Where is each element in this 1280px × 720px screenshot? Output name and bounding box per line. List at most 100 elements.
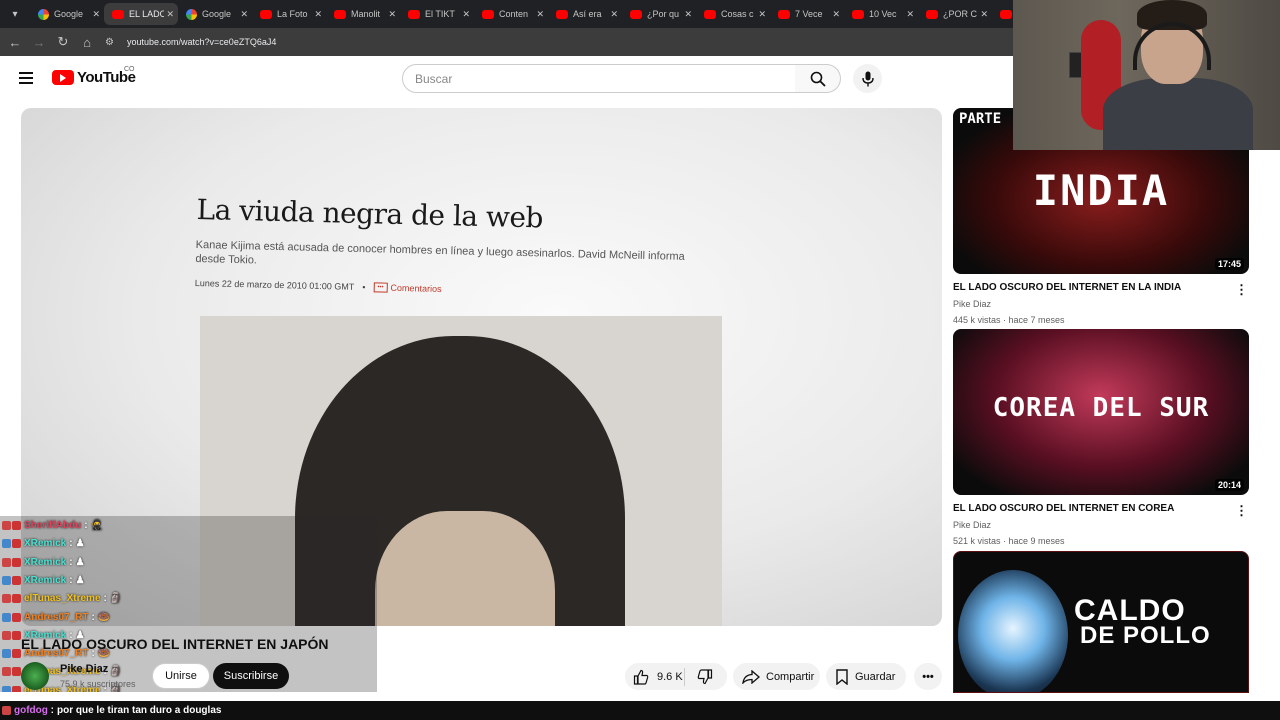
tab-title: Conten: [499, 9, 529, 19]
close-tab-icon[interactable]: ✕: [240, 9, 248, 20]
chat-line: Andres07_RT: 🍩: [2, 610, 110, 625]
bookmark-icon: [836, 668, 848, 685]
youtube-logo[interactable]: YouTube CO: [52, 66, 136, 86]
chat-message-text: por que le tiran tan duro a douglas: [56, 705, 222, 716]
chat-badges: [2, 521, 21, 530]
close-tab-icon[interactable]: ✕: [980, 9, 988, 20]
tab-title: El TIKT: [425, 9, 455, 19]
chat-emote: 🗿: [109, 593, 123, 605]
chat-separator: :: [103, 593, 107, 605]
browser-tab[interactable]: El TIKT ✕: [400, 3, 474, 25]
close-tab-icon[interactable]: ✕: [314, 9, 322, 20]
channel-avatar[interactable]: [21, 662, 49, 690]
chat-separator: :: [84, 520, 88, 531]
recommendation-stats: 521 k vistas · hace 9 meses: [953, 536, 1065, 546]
recommendation-channel[interactable]: Pike Diaz: [953, 299, 1249, 309]
tab-title: ¿POR C: [943, 9, 978, 19]
chat-line: elTunas_Xtreme: 🗿: [2, 591, 122, 606]
recommendation-card[interactable]: COREA DEL SUR 20:14 EL LADO OSCURO DEL I…: [953, 329, 1249, 546]
youtube-favicon-icon: [408, 9, 420, 19]
back-icon[interactable]: ←: [3, 30, 27, 54]
more-vertical-icon[interactable]: ⋮: [1235, 503, 1248, 519]
channel-name[interactable]: Pike Diaz: [60, 663, 108, 675]
browser-tab[interactable]: Así era ✕: [548, 3, 622, 25]
youtube-favicon-icon: [630, 9, 642, 19]
site-info-icon[interactable]: ⚙: [105, 37, 121, 48]
chat-badges: [2, 630, 21, 640]
reload-icon[interactable]: ↻: [51, 30, 75, 54]
close-tab-icon[interactable]: ✕: [166, 9, 174, 20]
more-actions-button[interactable]: •••: [914, 663, 942, 690]
browser-tab[interactable]: Google ✕: [30, 3, 104, 25]
chat-username: SheriffAbdu: [24, 520, 82, 531]
close-tab-icon[interactable]: ✕: [906, 9, 914, 20]
chat-badges: [2, 594, 21, 604]
recommendation-thumbnail[interactable]: CALDO DE POLLO: [953, 551, 1249, 693]
save-button[interactable]: Guardar: [826, 663, 906, 690]
close-tab-icon[interactable]: ✕: [758, 9, 766, 20]
google-favicon-icon: [38, 8, 49, 20]
browser-tab[interactable]: ¿POR C ✕: [918, 3, 992, 25]
share-label: Compartir: [766, 670, 815, 683]
recommendation-channel[interactable]: Pike Diaz: [953, 520, 1249, 530]
join-button[interactable]: Unirse: [152, 663, 210, 689]
recommendation-card[interactable]: CALDO DE POLLO: [953, 551, 1249, 693]
frame-comments-label: Comentarios: [390, 282, 442, 295]
close-tab-icon[interactable]: ✕: [610, 9, 618, 20]
browser-tab[interactable]: Conten ✕: [474, 3, 548, 25]
screen: ▾ Google ✕ EL LADO ✕ Google ✕ La Foto ✕ Manolit ✕…: [0, 0, 1280, 720]
tab-title: ¿Por qu: [647, 9, 680, 19]
like-button[interactable]: 9.6 K: [625, 667, 685, 686]
chat-separator: :: [69, 574, 73, 586]
search-button[interactable]: [795, 64, 841, 93]
tab-title: La Foto: [277, 9, 308, 19]
browser-tab[interactable]: Google ✕: [178, 3, 252, 25]
browser-tab[interactable]: 10 Vec ✕: [844, 3, 918, 25]
chat-badges: [2, 612, 21, 622]
chat-username: gofdog: [14, 705, 48, 716]
search-input[interactable]: Buscar: [402, 64, 796, 93]
address-bar[interactable]: ⚙ youtube.com/watch?v=ce0eZTQ6aJ4: [105, 30, 1005, 54]
thumbnail-text-line-2: DE POLLO: [1080, 622, 1211, 649]
close-tab-icon[interactable]: ✕: [92, 9, 100, 20]
home-icon[interactable]: ⌂: [75, 30, 99, 54]
chat-badges: [2, 685, 21, 692]
close-tab-icon[interactable]: ✕: [462, 9, 470, 20]
like-dislike-group: 9.6 K: [625, 663, 727, 690]
browser-tab[interactable]: La Foto ✕: [252, 3, 326, 25]
chat-badges: [2, 649, 21, 659]
voice-search-button[interactable]: [853, 64, 882, 93]
youtube-favicon-icon: [926, 9, 938, 19]
subscribe-button[interactable]: Suscribirse: [213, 663, 289, 689]
chat-badges: [2, 539, 21, 549]
close-tab-icon[interactable]: ✕: [536, 9, 544, 20]
tab-title: EL LADO: [129, 9, 165, 19]
chat-username: XRemick: [24, 556, 67, 568]
close-tab-icon[interactable]: ✕: [388, 9, 396, 20]
streamer-webcam: [1013, 0, 1280, 150]
browser-tab[interactable]: ¿Por qu ✕: [622, 3, 696, 25]
browser-tab[interactable]: EL LADO ✕: [104, 3, 178, 25]
youtube-favicon-icon: [852, 9, 864, 19]
tab-search-icon[interactable]: ▾: [4, 3, 26, 25]
youtube-favicon-icon: [556, 9, 568, 19]
frame-dateline: Lunes 22 de marzo de 2010 01:00 GMT • ••…: [194, 277, 442, 295]
share-button[interactable]: Compartir: [733, 663, 820, 690]
recommendation-stats: 445 k vistas · hace 7 meses: [953, 315, 1065, 325]
chat-username: XRemick: [24, 538, 67, 550]
forward-icon[interactable]: →: [27, 30, 51, 54]
close-tab-icon[interactable]: ✕: [832, 9, 840, 20]
browser-tab[interactable]: Cosas c ✕: [696, 3, 770, 25]
close-tab-icon[interactable]: ✕: [684, 9, 692, 20]
browser-tab[interactable]: 7 Vece ✕: [770, 3, 844, 25]
chat-emote: 🍩: [97, 611, 111, 623]
dislike-button[interactable]: [685, 668, 725, 685]
menu-icon[interactable]: [19, 72, 33, 84]
recommendation-thumbnail[interactable]: COREA DEL SUR 20:14: [953, 329, 1249, 495]
frame-comments: ••• Comentarios: [373, 282, 442, 295]
browser-tab[interactable]: Manolit ✕: [326, 3, 400, 25]
recommendation-title[interactable]: EL LADO OSCURO DEL INTERNET EN COREA: [953, 503, 1223, 514]
recommendation-title[interactable]: EL LADO OSCURO DEL INTERNET EN LA INDIA: [953, 282, 1223, 293]
more-vertical-icon[interactable]: ⋮: [1235, 282, 1248, 298]
tab-title: 7 Vece: [795, 9, 823, 19]
